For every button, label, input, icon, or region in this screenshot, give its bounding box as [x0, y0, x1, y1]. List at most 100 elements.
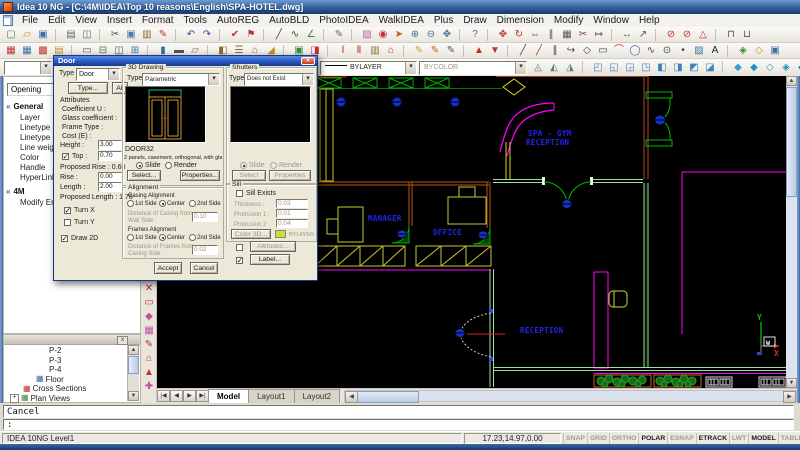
tree-scrollbar[interactable]: ▲ ▼ — [127, 345, 139, 401]
sill-exists-checkbox[interactable] — [236, 190, 243, 197]
rise-field[interactable]: 0.00 — [98, 172, 122, 182]
status-toggle[interactable]: ESNAP — [667, 433, 695, 444]
view-back-icon[interactable]: ◨ — [670, 61, 686, 74]
tree-item[interactable]: P-4 — [6, 365, 128, 375]
zoom-out-icon[interactable]: ⊖ — [423, 28, 439, 41]
copy-icon[interactable]: ▣ — [123, 28, 139, 41]
menu-item[interactable]: Tools — [179, 14, 212, 27]
tab-prev-icon[interactable]: ◀ — [170, 390, 183, 402]
beam-top-icon[interactable]: ⊓ — [723, 28, 739, 41]
walk-icon[interactable]: ➤ — [391, 28, 407, 41]
extend-icon[interactable]: ↦ — [591, 28, 607, 41]
shade-flat-icon[interactable]: ◇ — [762, 61, 778, 74]
status-toggle[interactable]: MODEL — [748, 433, 778, 444]
tree-item[interactable]: ▦ Floor — [6, 375, 128, 385]
chevron-down-icon[interactable] — [40, 62, 51, 74]
frames-center-radio[interactable] — [159, 234, 166, 241]
type-button[interactable]: Type... — [68, 82, 108, 94]
camera-icon[interactable]: ◉ — [375, 28, 391, 41]
pencil-icon[interactable]: ✎ — [331, 28, 347, 41]
array-icon[interactable]: ▦ — [559, 28, 575, 41]
draw-line-icon[interactable]: ╱ — [515, 44, 531, 57]
house-tool-icon[interactable]: ⌂ — [141, 352, 157, 365]
grid-red-icon[interactable]: ▦ — [3, 44, 19, 57]
status-toggle[interactable]: POLAR — [638, 433, 667, 444]
menu-item[interactable]: Draw — [458, 14, 491, 27]
tab-model[interactable]: Model — [208, 389, 249, 403]
shade-hidden-icon[interactable]: ◆ — [746, 61, 762, 74]
casing-center-radio[interactable] — [159, 200, 166, 207]
draw-2d-checkbox[interactable] — [61, 235, 68, 242]
3d-views-icon[interactable]: ◬ — [530, 61, 546, 74]
tree-scroll-thumb[interactable] — [128, 356, 139, 374]
print-icon[interactable]: ▤ — [63, 28, 79, 41]
beam-bottom-icon[interactable]: ⊔ — [739, 28, 755, 41]
menu-item[interactable]: Window — [588, 14, 634, 27]
trim-icon[interactable]: ✂ — [575, 28, 591, 41]
scroll-right-icon[interactable]: ▶ — [783, 391, 796, 403]
shade-wireframe-icon[interactable]: ◆ — [730, 61, 746, 74]
menu-item[interactable]: Format — [137, 14, 179, 27]
draw-polygon-icon[interactable]: ◇ — [579, 44, 595, 57]
new-file-icon[interactable]: ▢ — [3, 28, 19, 41]
vertical-scroll-thumb[interactable] — [786, 87, 797, 197]
grid-blue-icon[interactable]: ▦ — [19, 44, 35, 57]
color-combo[interactable]: BYCOLOR — [419, 61, 527, 75]
menu-item[interactable]: Edit — [43, 14, 70, 27]
top-field[interactable]: 0.70 — [98, 151, 122, 161]
chevron-down-icon[interactable] — [405, 62, 416, 74]
draw-line-red-icon[interactable]: ╱ — [531, 44, 547, 57]
expander-icon[interactable]: + — [10, 394, 19, 403]
height-field[interactable]: 3.00 — [98, 140, 122, 150]
no-entry-icon[interactable]: ⊘ — [663, 28, 679, 41]
status-toggle[interactable]: ORTHO — [609, 433, 639, 444]
grid-hatch-icon[interactable]: ▩ — [35, 44, 51, 57]
properties-section-general[interactable]: General — [6, 102, 43, 111]
shutters-type-select[interactable]: Does not Exist — [244, 73, 314, 86]
frames-2nd-side-radio[interactable] — [189, 234, 196, 241]
linetype-combo[interactable]: BYLAYER — [320, 61, 417, 75]
menu-item[interactable]: Plus — [429, 14, 458, 27]
door-type-select[interactable]: Door — [76, 68, 120, 81]
view-bottom-icon[interactable]: ◱ — [606, 61, 622, 74]
flag-icon[interactable]: ⚑ — [243, 28, 259, 41]
menu-item[interactable]: View — [70, 14, 102, 27]
menu-item[interactable]: Help — [634, 14, 665, 27]
polyline-icon[interactable]: ∿ — [287, 28, 303, 41]
paste-icon[interactable]: ▥ — [139, 28, 155, 41]
status-toggle[interactable]: TABLET — [778, 433, 800, 444]
draw-rect-icon[interactable]: ▭ — [595, 44, 611, 57]
line-icon[interactable]: ╱ — [271, 28, 287, 41]
turn-y-checkbox[interactable] — [64, 219, 71, 226]
menu-item[interactable]: PhotoIDEA — [314, 14, 373, 27]
3d-orbit-icon[interactable]: ◭ — [546, 61, 562, 74]
clipboard-icon[interactable]: ▥ — [367, 44, 383, 57]
layer-combo[interactable] — [4, 61, 52, 75]
format-painter-icon[interactable]: ✎ — [155, 28, 171, 41]
status-coordinates[interactable]: 17.23,14.97,0.00 — [464, 433, 561, 444]
chevron-down-icon[interactable] — [108, 69, 119, 80]
diamond-tool-icon[interactable]: ◆ — [141, 310, 157, 323]
menu-item[interactable]: AutoREG — [212, 14, 264, 27]
leader-icon[interactable]: ↗ — [635, 28, 651, 41]
tree-item[interactable]: + ▦ Plan Views — [6, 394, 128, 404]
title-bar[interactable]: Idea 10 NG - [C:\4M\IDEA\Top 10 reasons\… — [0, 0, 800, 14]
tab-layout2[interactable]: Layout2 — [294, 389, 340, 403]
triangle-tool-icon[interactable]: ▲ — [141, 366, 157, 379]
horizontal-scroll-thumb[interactable] — [357, 391, 419, 403]
zoom-in-icon[interactable]: ⊕ — [407, 28, 423, 41]
close-icon[interactable] — [301, 57, 315, 65]
triangle-up-icon[interactable]: ▲ — [471, 44, 487, 57]
label-checkbox[interactable] — [236, 257, 243, 264]
scroll-up-icon[interactable]: ▲ — [128, 345, 139, 355]
pan-icon[interactable]: ✥ — [439, 28, 455, 41]
open-file-icon[interactable]: ▱ — [19, 28, 35, 41]
menu-item[interactable]: File — [17, 14, 43, 27]
slide-radio[interactable] — [136, 162, 143, 169]
shade-edges-icon[interactable]: ◆ — [794, 61, 800, 74]
properties-section-4m[interactable]: 4M — [6, 187, 25, 196]
menu-item[interactable]: AutoBLD — [264, 14, 314, 27]
menu-item[interactable]: Modify — [549, 14, 588, 27]
chevron-down-icon[interactable] — [208, 74, 219, 85]
tree-item[interactable]: ▦ Cross Sections — [6, 384, 128, 394]
